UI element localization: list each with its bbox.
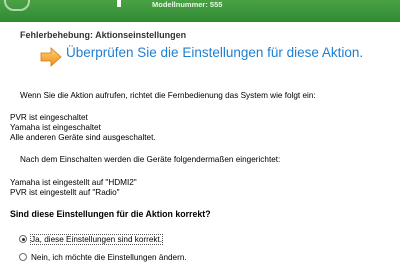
breadcrumb: Fehlerbehebung: Aktionseinstellungen <box>20 30 187 40</box>
option-no-radio[interactable]: Nein, ich möchte die Einstellungen änder… <box>19 251 187 263</box>
option-no-label[interactable]: Nein, ich möchte die Einstellungen änder… <box>31 253 187 262</box>
power-state-item: Alle anderen Geräte sind ausgeschaltet. <box>10 133 156 142</box>
option-yes-label[interactable]: Ja, diese Einstellungen sind korrekt. <box>29 233 164 245</box>
input-state-item: PVR ist eingestellt auf "Radio" <box>10 188 120 197</box>
question-text: Sind diese Einstellungen für die Aktion … <box>10 209 211 219</box>
intro-text: Wenn Sie die Aktion aufrufen, richtet di… <box>20 91 316 100</box>
radio-checked-icon[interactable] <box>19 235 27 243</box>
logo-ring-icon <box>4 0 30 11</box>
page-title: Überprüfen Sie die Einstellungen für die… <box>66 45 364 60</box>
brand-mark-icon <box>117 0 121 7</box>
model-number: Modellnummer: 555 <box>152 0 223 9</box>
header-bar: Modellnummer: 555 <box>0 0 400 22</box>
arrow-right-icon <box>40 47 62 67</box>
radio-unchecked-icon[interactable] <box>19 253 27 261</box>
option-yes-radio[interactable]: Ja, diese Einstellungen sind korrekt. <box>19 233 164 245</box>
after-on-text: Nach dem Einschalten werden die Geräte f… <box>20 155 281 164</box>
